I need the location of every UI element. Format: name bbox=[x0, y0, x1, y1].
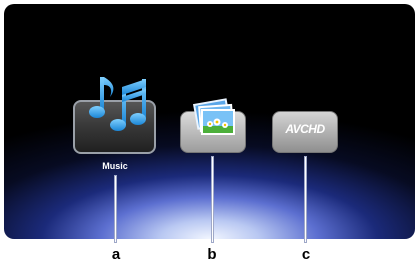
callout-line-c bbox=[305, 157, 306, 242]
callout-a: a bbox=[111, 246, 121, 263]
photo-folder-icon bbox=[193, 98, 235, 135]
callout-line-a bbox=[115, 176, 116, 242]
avchd-logo-icon: AVCHD bbox=[285, 122, 325, 136]
callout-c: c bbox=[301, 246, 311, 263]
callout-b: b bbox=[207, 246, 217, 263]
music-notes-icon bbox=[89, 77, 146, 131]
callout-line-b bbox=[212, 157, 213, 242]
music-label: Music bbox=[102, 161, 128, 171]
